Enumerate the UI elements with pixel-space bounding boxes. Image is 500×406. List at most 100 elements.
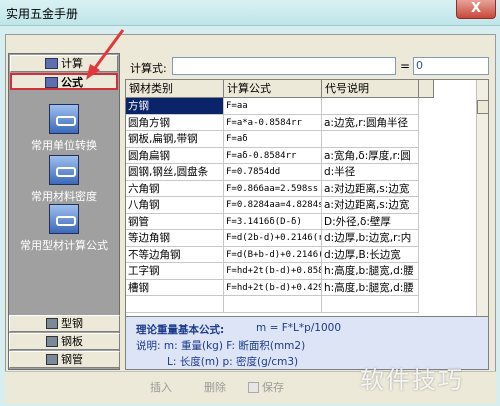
delete-button[interactable]: 删除 bbox=[204, 379, 226, 395]
delete-label: 删除 bbox=[204, 381, 226, 394]
table-row[interactable]: 八角钢 F=0.8284aa=4.8284s a:对边距离,s:边宽 bbox=[126, 197, 419, 214]
watermark-text: 软件技巧 bbox=[360, 366, 464, 394]
nav-formula-label: 公式 bbox=[61, 76, 83, 89]
nav-unit-conversion[interactable]: 常用单位转换 bbox=[9, 104, 119, 153]
table-row[interactable]: 圆角方钢 F=a*a-0.8584rr a:边宽,r:圆角半径 bbox=[126, 114, 419, 131]
cell-category[interactable] bbox=[126, 296, 224, 312]
cell-notes[interactable]: a:对边距离,s:边宽 bbox=[322, 197, 419, 213]
nav-calc-button[interactable]: 计算 bbox=[10, 55, 118, 72]
tab-steel-pipe[interactable]: 钢管 bbox=[9, 351, 120, 368]
close-button[interactable]: X bbox=[456, 0, 496, 19]
column-header-notes[interactable]: 代号说明 bbox=[322, 80, 419, 98]
tab-steel-plate[interactable]: 钢板 bbox=[9, 333, 120, 350]
result-field[interactable]: 0 bbox=[413, 57, 489, 75]
table-row[interactable]: 方钢 F=aa bbox=[126, 98, 419, 115]
tab-steel-pipe-label: 钢管 bbox=[61, 353, 83, 366]
book-icon bbox=[49, 155, 79, 185]
pipe-icon bbox=[46, 354, 58, 365]
nav-calc-label: 计算 bbox=[61, 57, 83, 70]
cell-formula[interactable]: F=0.8284aa=4.8284s bbox=[224, 197, 322, 213]
book-icon bbox=[49, 204, 79, 234]
table-row[interactable] bbox=[126, 296, 419, 313]
tab-section-steel[interactable]: 型钢 bbox=[9, 315, 120, 332]
table-row[interactable]: 圆钢,钢丝,圆盘条 F=0.7854dd d:半径 bbox=[126, 164, 419, 181]
cell-category[interactable]: 钢管 bbox=[126, 213, 224, 230]
column-header-extra bbox=[419, 80, 434, 98]
table-row[interactable]: 等边角钢 F=d(2b-d)+0.2146(r d:边厚,b:边宽,r:内 bbox=[126, 230, 419, 247]
cell-category[interactable]: 八角钢 bbox=[126, 197, 224, 213]
vertical-scrollbar[interactable] bbox=[476, 80, 488, 316]
equals-sign: = bbox=[400, 59, 411, 73]
cell-notes[interactable] bbox=[322, 98, 419, 114]
scrollbar-thumb[interactable] bbox=[477, 100, 488, 114]
table-row[interactable]: 工字钢 F=hd+2t(b-d)+0.858 h:高度,b:腿宽,d:腰 bbox=[126, 263, 419, 280]
cell-formula[interactable]: F=a*a-0.8584rr bbox=[224, 114, 322, 131]
table-row[interactable]: 六角钢 F=0.866aa=2.598ss a:对边距离,s:边宽 bbox=[126, 180, 419, 197]
cell-formula[interactable]: F=d(2b-d)+0.2146(r bbox=[224, 230, 322, 246]
cell-notes[interactable]: a:宽角,δ:厚度,r:圆 bbox=[322, 147, 419, 164]
formula-table: 钢材类别 计算公式 代号说明 方钢 F=aa 圆角方钢 F=a*a-0.8584rr a… bbox=[125, 79, 489, 317]
title-bar: 实用五金手册 X bbox=[0, 0, 500, 26]
cell-category[interactable]: 方钢 bbox=[126, 98, 224, 114]
cell-formula[interactable] bbox=[224, 296, 322, 312]
cell-category[interactable]: 槽钢 bbox=[126, 279, 224, 296]
cell-notes[interactable]: d:半径 bbox=[322, 164, 419, 180]
save-button[interactable]: 保存 bbox=[248, 379, 284, 395]
table-row[interactable]: 槽钢 F=hd+2t(b-d)+0.429 h:高度,b:腿宽,d:腰 bbox=[126, 279, 419, 296]
nav-profile-formulas-label: 常用型材计算公式 bbox=[20, 239, 108, 252]
plate-icon bbox=[46, 336, 58, 347]
cell-category[interactable]: 圆钢,钢丝,圆盘条 bbox=[126, 164, 224, 180]
table-body: 方钢 F=aa 圆角方钢 F=a*a-0.8584rr a:边宽,r:圆角半径 钢板,扁钢… bbox=[126, 98, 419, 313]
cell-notes[interactable] bbox=[322, 131, 419, 147]
table-row[interactable]: 钢管 F=3.1416δ(D-δ) D:外径,δ:壁厚 bbox=[126, 213, 419, 230]
info-legend-line1: 说明: m: 重量(kg) F: 断面积(mm2) bbox=[136, 340, 306, 352]
column-header-formula[interactable]: 计算公式 bbox=[224, 80, 322, 98]
insert-button[interactable]: 插入 bbox=[150, 379, 172, 395]
cell-formula[interactable]: F=3.1416δ(D-δ) bbox=[224, 213, 322, 230]
cell-formula[interactable]: F=hd+2t(b-d)+0.429 bbox=[224, 279, 322, 296]
info-legend-line2: L: 长度(m) p: 密度(g/cm3) bbox=[167, 356, 299, 368]
cell-category[interactable]: 六角钢 bbox=[126, 180, 224, 197]
column-header-category[interactable]: 钢材类别 bbox=[126, 80, 224, 98]
cell-formula[interactable]: F=aδ bbox=[224, 131, 322, 147]
table-header: 钢材类别 计算公式 代号说明 bbox=[126, 80, 434, 98]
nav-material-density-label: 常用材料密度 bbox=[31, 190, 97, 203]
table-row[interactable]: 不等边角钢 F=d(B+b-d)+0.2146(d:边厚,B:长边宽 bbox=[126, 246, 419, 263]
cell-formula[interactable]: F=0.7854dd bbox=[224, 164, 322, 180]
cell-notes[interactable]: d:边厚,b:边宽,r:内 bbox=[322, 230, 419, 246]
cell-formula[interactable]: F=aa bbox=[224, 98, 322, 114]
cell-notes[interactable]: D:外径,δ:壁厚 bbox=[322, 213, 419, 230]
cell-category[interactable]: 工字钢 bbox=[126, 263, 224, 279]
cell-category[interactable]: 圆角方钢 bbox=[126, 114, 224, 131]
cell-notes[interactable]: h:高度,b:腿宽,d:腰 bbox=[322, 263, 419, 279]
save-label: 保存 bbox=[262, 381, 284, 394]
table-row[interactable]: 圆角扁钢 F=aδ-0.8584rr a:宽角,δ:厚度,r:圆 bbox=[126, 147, 419, 164]
insert-label: 插入 bbox=[150, 381, 172, 394]
cell-notes[interactable] bbox=[322, 296, 419, 312]
tab-section-steel-label: 型钢 bbox=[61, 317, 83, 330]
nav-profile-formulas[interactable]: 常用型材计算公式 bbox=[9, 204, 119, 253]
info-formula-label: 理论重量基本公式: bbox=[136, 324, 225, 336]
calculator-icon bbox=[45, 58, 58, 69]
save-icon bbox=[248, 382, 259, 393]
cell-notes[interactable]: a:对边距离,s:边宽 bbox=[322, 180, 419, 197]
cell-category[interactable]: 不等边角钢 bbox=[126, 246, 224, 263]
tab-steel-plate-label: 钢板 bbox=[61, 335, 83, 348]
cell-notes[interactable]: a:边宽,r:圆角半径 bbox=[322, 114, 419, 131]
cell-category[interactable]: 等边角钢 bbox=[126, 230, 224, 246]
formula-input[interactable] bbox=[172, 57, 396, 75]
cell-formula[interactable]: F=0.866aa=2.598ss bbox=[224, 180, 322, 197]
window-title: 实用五金手册 bbox=[6, 7, 79, 21]
cell-category[interactable]: 圆角扁钢 bbox=[126, 147, 224, 164]
cell-notes[interactable]: h:高度,b:腿宽,d:腰 bbox=[322, 279, 419, 296]
table-row[interactable]: 钢板,扁钢,带钢 F=aδ bbox=[126, 131, 419, 148]
cell-formula[interactable]: F=hd+2t(b-d)+0.858 bbox=[224, 263, 322, 279]
cell-notes[interactable]: d:边厚,B:长边宽 bbox=[322, 246, 419, 263]
cell-formula[interactable]: F=aδ-0.8584rr bbox=[224, 147, 322, 164]
nav-material-density[interactable]: 常用材料密度 bbox=[9, 155, 119, 204]
book-icon bbox=[49, 104, 79, 134]
nav-formula-button[interactable]: 公式 bbox=[10, 73, 118, 90]
cell-category[interactable]: 钢板,扁钢,带钢 bbox=[126, 131, 224, 147]
cell-formula[interactable]: F=d(B+b-d)+0.2146( bbox=[224, 246, 322, 263]
formula-input-label: 计算式: bbox=[130, 62, 167, 75]
